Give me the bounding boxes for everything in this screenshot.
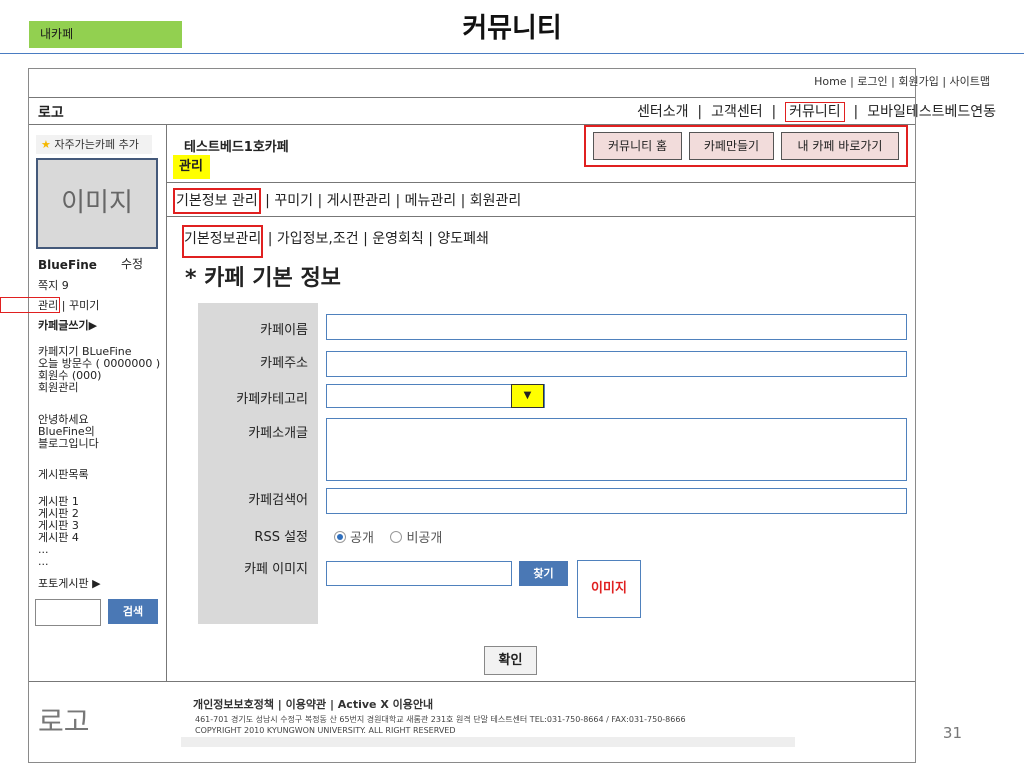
rss-radio-group: 공개 비공개 <box>334 527 442 546</box>
cafe-image-path-input[interactable] <box>326 561 512 586</box>
address-line: 461-701 경기도 성남시 수정구 복정동 산 65번지 경원대학교 새롬관… <box>195 715 686 724</box>
photo-board-link[interactable]: 포토게시판 ▶ <box>38 578 101 590</box>
top-util-links[interactable]: Home | 로그인 | 회원가입 | 사이트맵 <box>814 73 990 89</box>
section-title: * 카페 기본 정보 <box>185 266 341 291</box>
footer-links[interactable]: 개인정보보호정책 | 이용약관 | Active X 이용안내 <box>193 696 433 712</box>
decorate-link[interactable]: 꾸미기 <box>69 299 99 312</box>
find-file-button[interactable]: 찾기 <box>519 561 568 586</box>
footer-divider <box>29 681 915 682</box>
write-post-link[interactable]: 카페글쓰기▶ <box>38 320 97 332</box>
rss-public-label: 공개 <box>350 531 374 546</box>
label-rss: RSS 설정 <box>254 530 308 545</box>
label-cafe-image: 카페 이미지 <box>244 562 308 577</box>
label-cafe-category: 카페카테고리 <box>236 392 308 407</box>
cafe-info: 카페지기 BLueFine 오늘 방문수 ( 0000000 ) 회원수 (00… <box>38 346 160 394</box>
member-manage-link[interactable]: 회원관리 <box>38 382 160 394</box>
admin-menu: 기본정보 관리 | 꾸미기 | 게시판관리 | 메뉴관리 | 회원관리 <box>173 188 521 214</box>
board-ellipsis: ... <box>38 555 49 568</box>
radio-unchecked-icon <box>390 531 403 543</box>
submenu-others[interactable]: 가입정보,조건 | 운영회칙 | 양도폐쇄 <box>277 231 489 247</box>
rss-private-radio[interactable]: 비공개 <box>390 531 442 546</box>
menu-basic-info[interactable]: 기본정보 관리 <box>173 188 261 214</box>
my-cafe-button[interactable]: 내 카페 바로가기 <box>781 132 899 160</box>
nav-community[interactable]: 커뮤니티 <box>785 102 845 122</box>
menu-others[interactable]: | <box>261 193 275 209</box>
copyright-line: COPYRIGHT 2010 KYUNGWON UNIVERSITY. ALL … <box>195 726 456 735</box>
label-cafe-address: 카페주소 <box>260 356 308 371</box>
header-logo[interactable]: 로고 <box>38 102 64 122</box>
footer-address: 461-701 경기도 성남시 수정구 복정동 산 65번지 경원대학교 새롬관… <box>195 714 686 736</box>
rss-public-radio[interactable]: 공개 <box>334 531 374 546</box>
wireframe-frame <box>28 68 916 763</box>
community-home-button[interactable]: 커뮤니티 홈 <box>593 132 682 160</box>
submenu-basic-info[interactable]: 기본정보관리 <box>182 225 264 258</box>
nav-mobile[interactable]: 모바일테스트베드연동 <box>867 104 996 120</box>
nickname: BlueFine <box>38 258 97 272</box>
divider <box>167 216 915 217</box>
footer-logo: 로고 <box>38 705 90 738</box>
confirm-button[interactable]: 확인 <box>484 646 537 675</box>
edit-link[interactable]: 수정 <box>121 258 143 270</box>
divider <box>29 97 915 98</box>
favorite-cafe-button[interactable]: ★ 자주가는카페 추가 <box>36 135 152 154</box>
menu-others[interactable]: 꾸미기 | 게시판관리 | 메뉴관리 | 회원관리 <box>274 193 521 209</box>
greeting: 안녕하세요 BlueFine의 블로그입니다 <box>38 414 99 450</box>
nav-separator: | <box>767 104 781 120</box>
board-list-title: 게시판목록 <box>38 468 89 481</box>
cafe-intro-textarea[interactable] <box>326 418 907 481</box>
manage-tag: 관리 <box>173 155 210 179</box>
nav-separator: | <box>849 104 863 120</box>
page-number: 31 <box>942 724 962 742</box>
cafe-name-input[interactable] <box>326 314 907 340</box>
sidebar-search-input[interactable] <box>35 599 101 626</box>
nav-separator: | <box>692 104 707 120</box>
image-preview: 이미지 <box>577 560 641 618</box>
label-cafe-keyword: 카페검색어 <box>248 493 308 508</box>
board-list: 게시판 1 게시판 2 게시판 3 게시판 4 ... ... <box>38 496 79 568</box>
slide-title: 커뮤니티 <box>462 13 562 44</box>
star-icon: ★ <box>41 138 51 151</box>
cafe-keyword-input[interactable] <box>326 488 907 514</box>
sidebar-divider <box>166 124 167 681</box>
sidebar-search-button[interactable]: 검색 <box>108 599 158 624</box>
nav-customer[interactable]: 고객센터 <box>711 104 763 120</box>
message-count[interactable]: 쪽지 9 <box>38 280 69 292</box>
title-divider <box>0 53 1024 54</box>
radio-checked-icon <box>334 531 346 543</box>
label-cafe-name: 카페이름 <box>260 323 308 338</box>
global-nav: 센터소개 | 고객센터 | 커뮤니티 | 모바일테스트베드연동 <box>637 101 996 122</box>
footer-bar <box>181 737 795 747</box>
rss-private-label: 비공개 <box>406 531 443 546</box>
admin-submenu: 기본정보관리 | 가입정보,조건 | 운영회칙 | 양도폐쇄 <box>182 225 489 258</box>
manage-links: 관리 | 꾸미기 <box>38 299 100 312</box>
create-cafe-button[interactable]: 카페만들기 <box>689 132 774 160</box>
label-cafe-intro: 카페소개글 <box>248 426 308 441</box>
divider <box>167 182 915 183</box>
favorite-label: 자주가는카페 추가 <box>54 138 139 151</box>
submenu-separator: | <box>263 231 277 247</box>
manage-link[interactable]: 관리 <box>38 299 58 312</box>
nav-center[interactable]: 센터소개 <box>637 104 689 120</box>
cafe-name: 테스트베드1호카페 <box>184 140 289 155</box>
triangle-down-icon[interactable]: ▼ <box>511 384 544 408</box>
cafe-address-input[interactable] <box>326 351 907 377</box>
profile-image: 이미지 <box>36 158 158 249</box>
greeting-line: 블로그입니다 <box>38 437 99 450</box>
